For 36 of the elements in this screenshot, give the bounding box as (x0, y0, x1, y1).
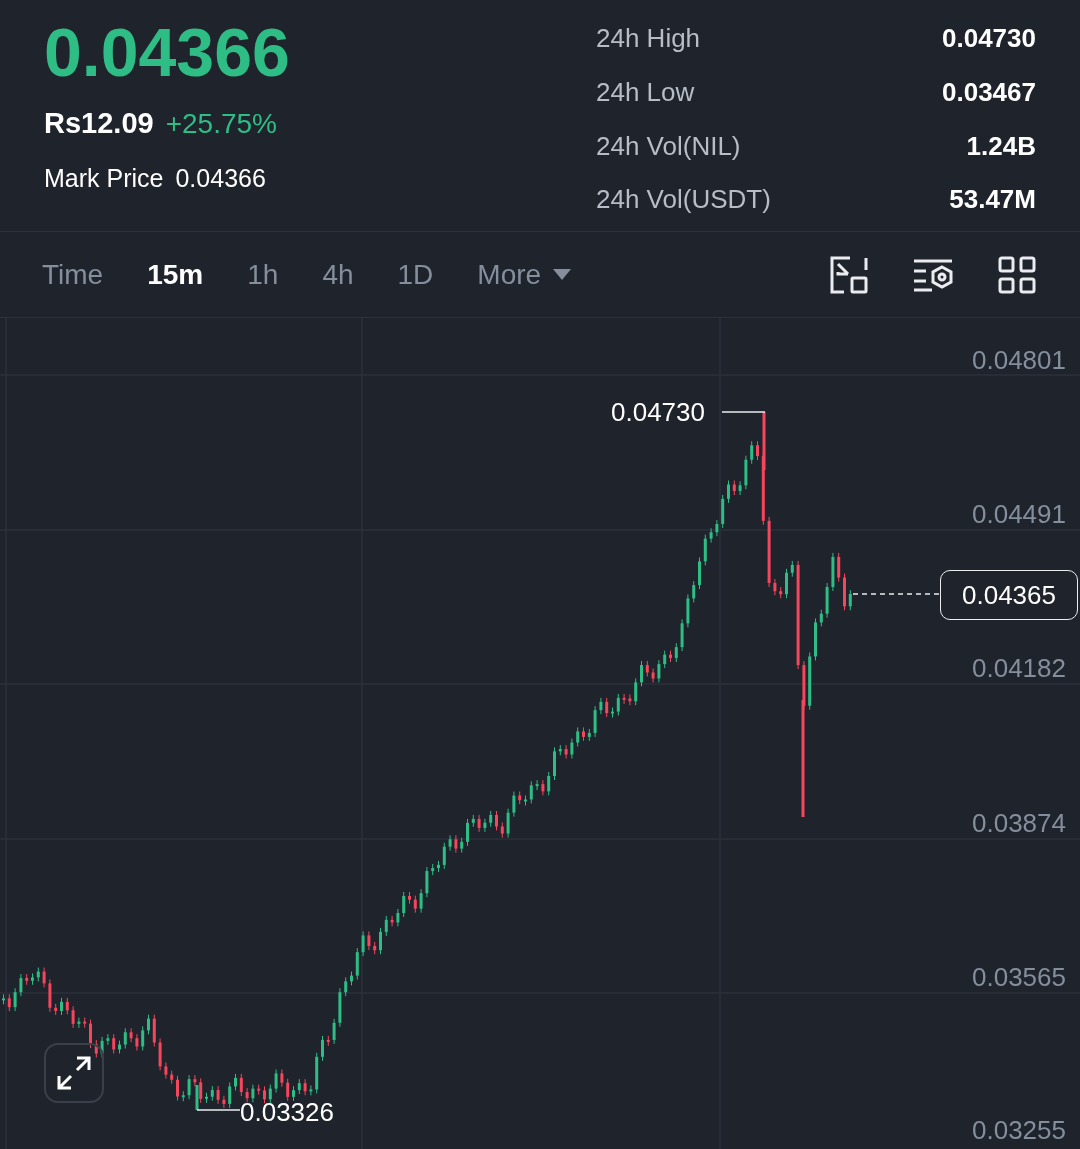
indicator-settings-icon[interactable] (912, 257, 954, 292)
caret-down-icon (553, 268, 572, 281)
chart-resize-icon[interactable] (830, 255, 868, 294)
interval-tab[interactable]: 1h (247, 253, 279, 296)
stat-value: 1.24B (965, 129, 1036, 163)
price-axis-label: 0.04801 (972, 345, 1066, 375)
current-price-tag: 0.04365 (940, 570, 1078, 620)
price-axis-label: 0.03565 (972, 962, 1066, 992)
price-axis-label: 0.04491 (972, 499, 1066, 529)
interval-tab[interactable]: 1D (397, 253, 434, 296)
stat-label: 24h High (596, 22, 702, 55)
grid-layout-icon[interactable] (998, 255, 1036, 294)
last-price: 0.04366 (44, 13, 290, 92)
price-axis-label: 0.04182 (972, 653, 1066, 683)
price-change: +25.75% (165, 107, 277, 141)
fullscreen-button[interactable] (44, 1043, 104, 1103)
price-axis-label: 0.03255 (972, 1115, 1066, 1145)
price-axis-label: 0.03874 (972, 808, 1066, 838)
stat-label: 24h Vol(NIL) (596, 129, 742, 163)
low-price-label: 0.03326 (240, 1097, 334, 1127)
stat-label: 24h Low (596, 75, 696, 109)
more-dropdown[interactable]: More (477, 253, 572, 296)
leader-line (721, 411, 766, 413)
mark-price-label: Mark Price (44, 162, 164, 194)
interval-tab[interactable]: Time (42, 253, 104, 296)
leader-line (196, 1109, 241, 1111)
fiat-price: Rs12.09 (44, 106, 154, 141)
stat-value: 0.04730 (941, 22, 1036, 55)
interval-tab[interactable]: 15m (147, 253, 204, 296)
high-price-label: 0.04730 (611, 397, 705, 427)
expand-arrows-icon (55, 1054, 93, 1092)
stat-value: 0.03467 (941, 75, 1036, 109)
stat-label: 24h Vol(USDT) (596, 183, 772, 217)
stat-value: 53.47M (948, 183, 1036, 217)
mark-price-value: 0.04366 (175, 162, 266, 194)
interval-tab[interactable]: 4h (322, 253, 354, 296)
